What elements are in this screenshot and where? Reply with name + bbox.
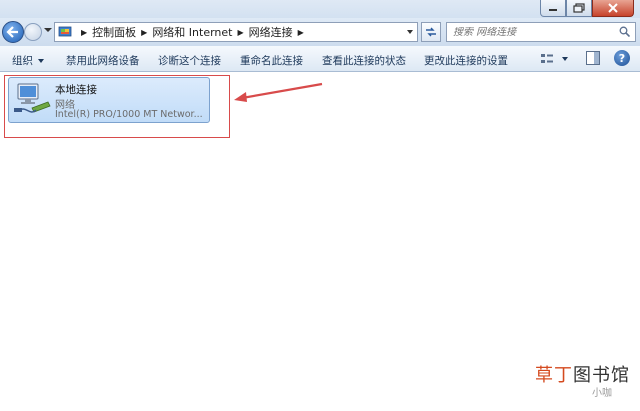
search-icon: [619, 26, 630, 37]
change-settings-button[interactable]: 更改此连接的设置: [424, 53, 508, 68]
close-button[interactable]: [592, 0, 634, 17]
back-arrow-icon: [6, 26, 18, 38]
recent-pages-dropdown[interactable]: [44, 28, 52, 32]
connection-name: 本地连接: [55, 84, 97, 96]
search-input[interactable]: [447, 26, 613, 38]
view-status-button[interactable]: 查看此连接的状态: [322, 53, 406, 68]
help-button[interactable]: ?: [614, 50, 630, 66]
address-row: ▶ 控制面板 ▶ 网络和 Internet ▶ 网络连接 ▶: [0, 18, 640, 46]
breadcrumb-separator[interactable]: ▶: [81, 28, 87, 37]
rename-label: 重命名此连接: [240, 55, 303, 67]
connection-device: Intel(R) PRO/1000 MT Networ...: [55, 109, 203, 120]
breadcrumb: 控制面板 ▶ 网络和 Internet ▶ 网络连接 ▶: [92, 24, 309, 40]
close-icon: [608, 3, 618, 13]
refresh-button[interactable]: [421, 22, 441, 42]
annotation-arrow: [234, 82, 323, 102]
search-box[interactable]: [446, 22, 636, 42]
change-settings-label: 更改此连接的设置: [424, 55, 508, 67]
breadcrumb-network-connections[interactable]: 网络连接: [249, 24, 293, 40]
back-button[interactable]: [2, 21, 24, 43]
disable-device-label: 禁用此网络设备: [66, 55, 140, 67]
address-history-dropdown[interactable]: [407, 30, 413, 34]
chevron-down-icon: [38, 59, 44, 63]
organize-menu[interactable]: 组织: [12, 53, 44, 68]
minimize-button[interactable]: [540, 0, 566, 17]
disable-device-button[interactable]: 禁用此网络设备: [66, 53, 140, 68]
preview-pane-icon: [594, 52, 599, 64]
minimize-icon: [549, 9, 557, 11]
breadcrumb-network-internet[interactable]: 网络和 Internet: [152, 24, 232, 40]
caption-buttons: [540, 0, 634, 17]
address-bar[interactable]: ▶ 控制面板 ▶ 网络和 Internet ▶ 网络连接 ▶: [54, 22, 418, 42]
change-view-button[interactable]: [540, 51, 570, 67]
breadcrumb-separator[interactable]: ▶: [141, 28, 147, 37]
organize-label: 组织: [12, 55, 33, 67]
refresh-icon: [426, 27, 436, 37]
chevron-down-icon: [562, 57, 568, 61]
command-bar: 组织 禁用此网络设备 诊断这个连接 重命名此连接 查看此连接的状态 更改此连接的…: [0, 46, 640, 72]
watermark: 草丁图书馆: [535, 361, 630, 387]
restore-icon: [573, 3, 585, 13]
watermark-subtitle: 小咖: [592, 388, 612, 399]
watermark-brand-b: 图书馆: [573, 365, 630, 386]
maximize-button[interactable]: [566, 0, 592, 17]
forward-button[interactable]: [24, 23, 42, 41]
view-options-icon: [541, 54, 553, 63]
view-status-label: 查看此连接的状态: [322, 55, 406, 67]
help-icon: ?: [618, 51, 626, 65]
watermark-brand-a: 草丁: [535, 365, 573, 386]
explorer-window: ▶ 控制面板 ▶ 网络和 Internet ▶ 网络连接 ▶ 搜索 网络连接 组…: [0, 0, 640, 411]
breadcrumb-separator[interactable]: ▶: [238, 28, 244, 37]
diagnose-button[interactable]: 诊断这个连接: [158, 53, 221, 68]
diagnose-label: 诊断这个连接: [158, 55, 221, 67]
title-bar: [0, 0, 640, 18]
local-connection-item[interactable]: 本地连接 网络 Intel(R) PRO/1000 MT Networ...: [8, 77, 210, 123]
breadcrumb-control-panel[interactable]: 控制面板: [92, 24, 136, 40]
control-panel-icon: [58, 25, 72, 39]
preview-pane-button[interactable]: [586, 51, 600, 65]
breadcrumb-separator[interactable]: ▶: [298, 28, 304, 37]
rename-button[interactable]: 重命名此连接: [240, 53, 303, 68]
network-adapter-icon: [12, 82, 52, 118]
